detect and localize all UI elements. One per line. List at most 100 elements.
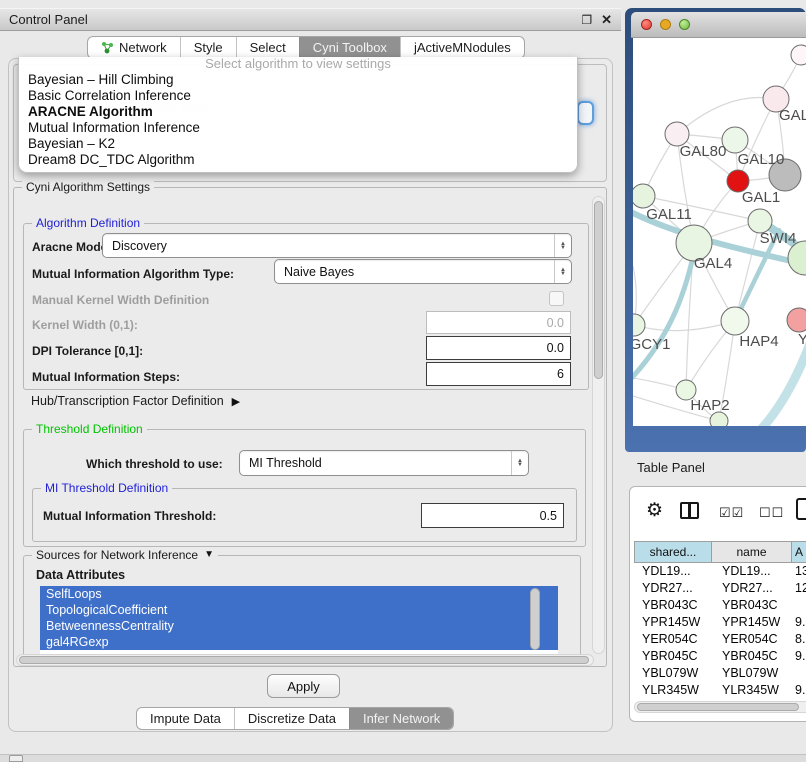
column-header-partial[interactable]: A bbox=[792, 541, 806, 563]
close-traffic-light-icon[interactable] bbox=[641, 19, 652, 30]
algorithm-option[interactable]: Basic Correlation Inference bbox=[19, 88, 577, 104]
mi-threshold-field[interactable]: 0.5 bbox=[421, 503, 564, 528]
cell-value[interactable]: 9. bbox=[792, 648, 806, 665]
collapse-arrow-icon[interactable]: ▼ bbox=[204, 548, 214, 562]
algorithm-option[interactable]: ARACNE Algorithm bbox=[19, 104, 577, 120]
new-table-icon[interactable] bbox=[796, 498, 806, 520]
cell-value[interactable] bbox=[792, 597, 806, 614]
network-node[interactable] bbox=[710, 412, 728, 426]
column-header-shared-name[interactable]: shared... bbox=[634, 541, 712, 563]
mi-algorithm-type-combo[interactable]: Naive Bayes ▲▼ bbox=[274, 259, 572, 284]
cell-name[interactable]: YBR045C bbox=[712, 648, 792, 665]
network-node-gal11[interactable] bbox=[633, 184, 655, 208]
cell-shared-name[interactable]: YDL19... bbox=[634, 563, 712, 580]
combo-stepper-icon[interactable]: ▲▼ bbox=[554, 260, 571, 283]
table-horizontal-scrollbar[interactable] bbox=[634, 701, 806, 713]
cell-shared-name[interactable]: YDR27... bbox=[634, 580, 712, 597]
cell-value[interactable]: 8. bbox=[792, 631, 806, 648]
kernel-width-field[interactable]: 0.0 bbox=[426, 311, 571, 334]
table-row[interactable]: YDL19...YDL19...13 bbox=[634, 563, 806, 580]
columns-icon[interactable] bbox=[680, 502, 699, 519]
tab-cyni-toolbox[interactable]: Cyni Toolbox bbox=[299, 37, 400, 58]
cell-name[interactable]: YER054C bbox=[712, 631, 792, 648]
unchecked-pair-icon[interactable]: ☐☐ bbox=[759, 505, 784, 521]
collapsed-panel-icon[interactable] bbox=[9, 755, 23, 762]
expander-arrow-icon[interactable]: ▶ bbox=[232, 395, 240, 408]
attribute-item[interactable]: TopologicalCoefficient bbox=[40, 602, 558, 618]
aracne-mode-combo[interactable]: Discovery ▲▼ bbox=[102, 233, 572, 258]
cell-shared-name[interactable]: YBL079W bbox=[634, 665, 712, 682]
cell-value[interactable]: 13 bbox=[792, 563, 806, 580]
zoom-traffic-light-icon[interactable] bbox=[679, 19, 690, 30]
tab-jactivemnodules[interactable]: jActiveMNodules bbox=[400, 37, 524, 58]
kernel-width-label: Kernel Width (0,1): bbox=[32, 318, 138, 332]
network-node-gcy1[interactable] bbox=[633, 314, 645, 336]
settings-horizontal-scrollbar[interactable] bbox=[16, 654, 594, 666]
network-node-y[interactable] bbox=[787, 308, 806, 332]
cell-name[interactable]: YLR345W bbox=[712, 682, 792, 699]
hub-definition-expander[interactable]: Hub/Transcription Factor Definition ▶ bbox=[31, 394, 240, 408]
cell-shared-name[interactable]: YLR345W bbox=[634, 682, 712, 699]
cell-name[interactable]: YDL19... bbox=[712, 563, 792, 580]
cell-value[interactable] bbox=[792, 665, 806, 682]
algorithm-option[interactable]: Bayesian – K2 bbox=[19, 136, 577, 152]
bottom-tab-impute-data[interactable]: Impute Data bbox=[137, 708, 234, 729]
network-view-window[interactable]: GALGAL80GAL10GAL1GAL11SWI4GAL4GCY1HAP4YH… bbox=[625, 8, 806, 452]
table-row[interactable]: YER054CYER054C8. bbox=[634, 631, 806, 648]
cell-value[interactable]: 9. bbox=[792, 614, 806, 631]
tab-select[interactable]: Select bbox=[236, 37, 299, 58]
checked-pair-icon[interactable]: ☑☑ bbox=[719, 505, 744, 521]
mi-steps-field[interactable]: 6 bbox=[426, 362, 571, 386]
cell-shared-name[interactable]: YBR045C bbox=[634, 648, 712, 665]
cell-shared-name[interactable]: YER054C bbox=[634, 631, 712, 648]
cell-name[interactable]: YBR043C bbox=[712, 597, 792, 614]
attribute-item[interactable]: BetweennessCentrality bbox=[40, 618, 558, 634]
manual-kernel-checkbox[interactable] bbox=[549, 291, 564, 306]
settings-group-title: Cyni Algorithm Settings bbox=[22, 180, 154, 194]
cell-name[interactable]: YPR145W bbox=[712, 614, 792, 631]
gear-icon[interactable]: ⚙ bbox=[646, 499, 663, 522]
combo-stepper-icon[interactable]: ▲▼ bbox=[511, 451, 528, 475]
bottom-tab-infer-network[interactable]: Infer Network bbox=[349, 708, 453, 729]
which-threshold-combo[interactable]: MI Threshold ▲▼ bbox=[239, 450, 529, 476]
algorithm-option[interactable]: Mutual Information Inference bbox=[19, 120, 577, 136]
apply-button[interactable]: Apply bbox=[267, 674, 340, 698]
cell-shared-name[interactable]: YBR043C bbox=[634, 597, 712, 614]
table-row[interactable]: YLR345WYLR345W9. bbox=[634, 682, 806, 699]
table-row[interactable]: YBL079WYBL079W bbox=[634, 665, 806, 682]
dpi-tolerance-field[interactable]: 0.0 bbox=[426, 336, 571, 360]
network-canvas[interactable]: GALGAL80GAL10GAL1GAL11SWI4GAL4GCY1HAP4YH… bbox=[633, 38, 806, 426]
cell-value[interactable]: 9. bbox=[792, 682, 806, 699]
cell-name[interactable]: YDR27... bbox=[712, 580, 792, 597]
algorithm-option[interactable]: Bayesian – Hill Climbing bbox=[19, 72, 577, 88]
table-row[interactable]: YBR043CYBR043C bbox=[634, 597, 806, 614]
combo-stepper-icon[interactable]: ▲▼ bbox=[554, 234, 571, 257]
network-graph[interactable]: GALGAL80GAL10GAL1GAL11SWI4GAL4GCY1HAP4YH… bbox=[633, 38, 806, 426]
table-row[interactable]: YPR145WYPR145W9. bbox=[634, 614, 806, 631]
data-attributes-list[interactable]: SelfLoopsTopologicalCoefficientBetweenne… bbox=[40, 586, 558, 654]
network-node[interactable] bbox=[791, 45, 806, 65]
table-panel-title: Table Panel bbox=[637, 460, 705, 475]
float-window-icon[interactable]: ❐ bbox=[581, 14, 592, 26]
column-header-name[interactable]: name bbox=[712, 541, 792, 563]
tab-style[interactable]: Style bbox=[180, 37, 236, 58]
algorithm-dropdown[interactable]: Select algorithm to view settings Bayesi… bbox=[18, 57, 578, 173]
cell-shared-name[interactable]: YPR145W bbox=[634, 614, 712, 631]
attribute-item[interactable]: gal4RGexp bbox=[40, 634, 558, 650]
close-window-icon[interactable]: ✕ bbox=[601, 13, 612, 26]
cell-name[interactable]: YBL079W bbox=[712, 665, 792, 682]
attribute-item[interactable]: SelfLoops bbox=[40, 586, 558, 602]
table-row[interactable]: YBR045CYBR045C9. bbox=[634, 648, 806, 665]
algorithm-option[interactable]: Dream8 DC_TDC Algorithm bbox=[19, 152, 577, 168]
minimize-traffic-light-icon[interactable] bbox=[660, 19, 671, 30]
tab-network[interactable]: Network bbox=[88, 37, 180, 58]
bottom-tab-discretize-data[interactable]: Discretize Data bbox=[234, 708, 349, 729]
which-threshold-value: MI Threshold bbox=[249, 456, 511, 470]
manual-kernel-label: Manual Kernel Width Definition bbox=[32, 293, 209, 307]
network-window-titlebar[interactable] bbox=[631, 12, 806, 38]
table-row[interactable]: YDR27...YDR27...12 bbox=[634, 580, 806, 597]
network-node-hap4[interactable] bbox=[721, 307, 749, 335]
cell-value[interactable]: 12 bbox=[792, 580, 806, 597]
attributes-list-scrollbar[interactable] bbox=[530, 588, 540, 650]
settings-vertical-scrollbar[interactable] bbox=[592, 196, 605, 654]
